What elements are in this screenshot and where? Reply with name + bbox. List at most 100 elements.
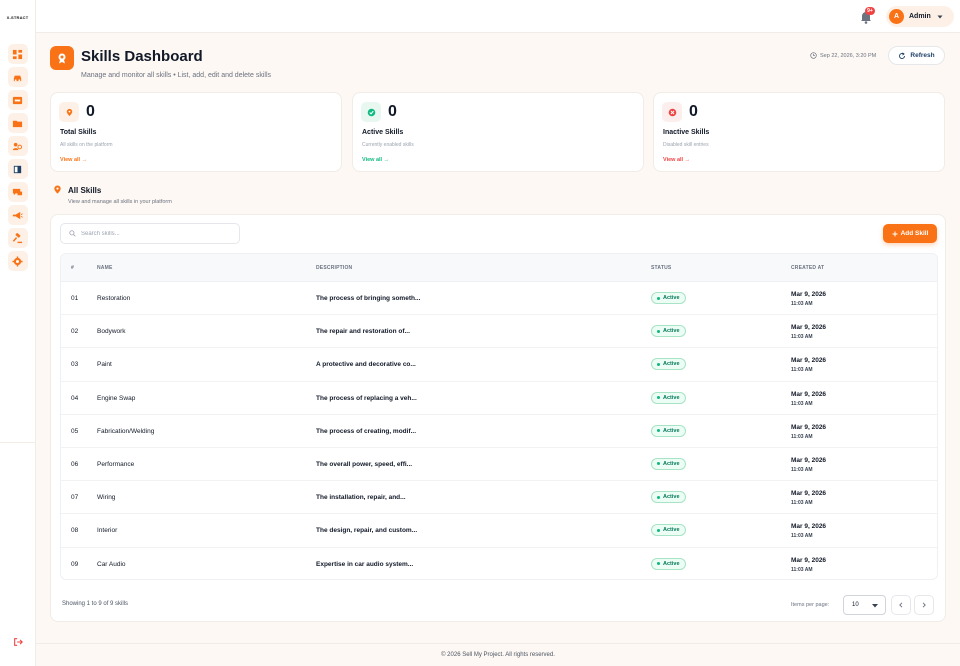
sidebar-item-dashboard[interactable] (7, 44, 28, 64)
sidebar-item-messages[interactable] (7, 182, 28, 202)
sidebar-item-announcements[interactable] (7, 205, 28, 225)
skill-description: The overall power, speed, effi... (316, 460, 413, 468)
created-time: 11:03 AM (791, 433, 813, 440)
created-date: Mar 9, 2026 (791, 357, 827, 365)
skill-name: Fabrication/Welding (97, 427, 155, 435)
table-body: 01 Restoration The process of bringing som… (61, 282, 937, 580)
section-subtitle: View and manage all skills in your platf… (68, 199, 172, 205)
stat-icon-inactive (662, 102, 682, 122)
created-date: Mar 9, 2026 (791, 523, 827, 531)
created-time: 11:03 AM (791, 566, 813, 573)
status-dot-icon (657, 495, 660, 499)
created-date: Mar 9, 2026 (791, 456, 827, 464)
created-date: Mar 9, 2026 (791, 556, 827, 564)
sidebar-item-vehicles[interactable] (7, 67, 28, 87)
last-updated: Sep 22, 2026, 3:20 PM (810, 52, 876, 59)
view-all-active-link[interactable]: View all → (362, 157, 389, 163)
user-menu[interactable]: A Admin (886, 6, 954, 27)
logout-button[interactable] (10, 634, 26, 650)
created-date: Mar 9, 2026 (791, 390, 827, 398)
view-all-inactive-link[interactable]: View all → (663, 157, 690, 163)
stat-value-inactive: 0 (689, 103, 698, 120)
col-header-num[interactable]: # (71, 265, 74, 271)
col-header-created-at[interactable]: CREATED AT (791, 265, 824, 271)
created-date: Mar 9, 2026 (791, 490, 827, 498)
status-badge: Active (651, 457, 686, 470)
col-header-status[interactable]: STATUS (651, 265, 671, 271)
chevron-left-icon (899, 602, 903, 608)
table-row[interactable]: 07 Wiring The installation, repair, and...… (61, 481, 937, 515)
chevron-right-icon (922, 602, 926, 608)
tool-box-icon (12, 96, 23, 104)
sidebar-nav (7, 44, 28, 271)
col-header-description[interactable]: DESCRIPTION (316, 265, 352, 271)
created-time: 11:03 AM (791, 533, 813, 540)
table-row[interactable]: 04 Engine Swap The process of replacing a … (61, 382, 937, 415)
created-time: 11:03 AM (791, 466, 813, 473)
search-icon (69, 230, 76, 237)
search-box[interactable] (60, 223, 240, 244)
status-dot-icon (657, 329, 660, 333)
brand-logo[interactable]: X-STRACT (7, 12, 29, 22)
view-all-total-link[interactable]: View all → (60, 157, 87, 163)
sidebar: X-STRACT (0, 0, 36, 666)
sidebar-item-library[interactable] (7, 159, 28, 179)
status-badge: Active (651, 325, 686, 338)
skill-name: Bodywork (97, 328, 126, 336)
row-number: 04 (71, 394, 79, 402)
row-number: 03 (71, 361, 79, 369)
plus-icon (892, 231, 898, 236)
stat-value-total: 0 (86, 103, 95, 120)
caret-down-icon (872, 604, 878, 608)
table-row[interactable]: 01 Restoration The process of bringing som… (61, 282, 937, 316)
refresh-label: Refresh (910, 52, 935, 59)
prev-page-button[interactable] (891, 595, 911, 615)
table-row[interactable]: 09 Car Audio Expertise in car audio system… (61, 548, 937, 580)
table-row[interactable]: 08 Interior The design, repair, and custom… (61, 514, 937, 548)
items-per-page-select[interactable]: 10 (843, 595, 886, 615)
stat-icon-total (59, 102, 79, 122)
skill-name: Performance (97, 460, 135, 468)
next-page-button[interactable] (914, 595, 934, 615)
row-number: 08 (71, 527, 79, 535)
stat-icon-active (361, 102, 381, 122)
stat-card-inactive: 0 Inactive Skills Disabled skill entries… (653, 92, 945, 172)
created-time: 11:03 AM (791, 500, 813, 507)
stat-desc-active: Currently enabled skills (362, 142, 414, 148)
add-skill-button[interactable]: Add Skill (883, 224, 937, 243)
status-dot-icon (657, 396, 660, 400)
page-title: Skills Dashboard (81, 48, 203, 65)
timestamp-text: Sep 22, 2026, 3:20 PM (820, 52, 877, 59)
table-row[interactable]: 02 Bodywork The repair and restoration of.… (61, 315, 937, 349)
sidebar-item-projects[interactable] (7, 113, 28, 133)
row-number: 05 (71, 427, 79, 435)
section-title: All Skills (68, 186, 102, 195)
gavel-icon (12, 232, 23, 243)
dashboard-icon (12, 49, 23, 59)
status-badge: Active (651, 491, 686, 504)
search-input[interactable] (81, 230, 221, 237)
skill-description: The process of replacing a veh... (316, 394, 417, 402)
col-header-name[interactable]: NAME (97, 265, 113, 271)
table-row[interactable]: 06 Performance The overall power, speed, e… (61, 448, 937, 482)
status-badge: Active (651, 524, 686, 537)
add-skill-label: Add Skill (900, 230, 929, 237)
sidebar-item-settings[interactable] (7, 251, 28, 271)
status-text: Active (663, 494, 680, 501)
status-badge: Active (651, 391, 686, 404)
avatar: A (889, 9, 904, 24)
sidebar-item-tools[interactable] (7, 90, 28, 110)
skill-name: Restoration (97, 295, 131, 302)
table-row[interactable]: 05 Fabrication/Welding The process of crea… (61, 415, 937, 448)
status-dot-icon (657, 462, 660, 466)
sidebar-item-users[interactable] (7, 136, 28, 156)
refresh-button[interactable]: Refresh (888, 46, 945, 65)
notification-badge: 9+ (865, 7, 875, 15)
stat-card-total: 0 Total Skills All skills on the platfor… (50, 92, 342, 172)
table-row[interactable]: 03 Paint A protective and decorative co...… (61, 348, 937, 382)
stat-card-active: 0 Active Skills Currently enabled skills… (352, 92, 644, 172)
users-icon (12, 142, 23, 150)
status-text: Active (663, 460, 680, 467)
items-per-page-value: 10 (852, 602, 859, 608)
sidebar-item-auctions[interactable] (7, 228, 28, 248)
